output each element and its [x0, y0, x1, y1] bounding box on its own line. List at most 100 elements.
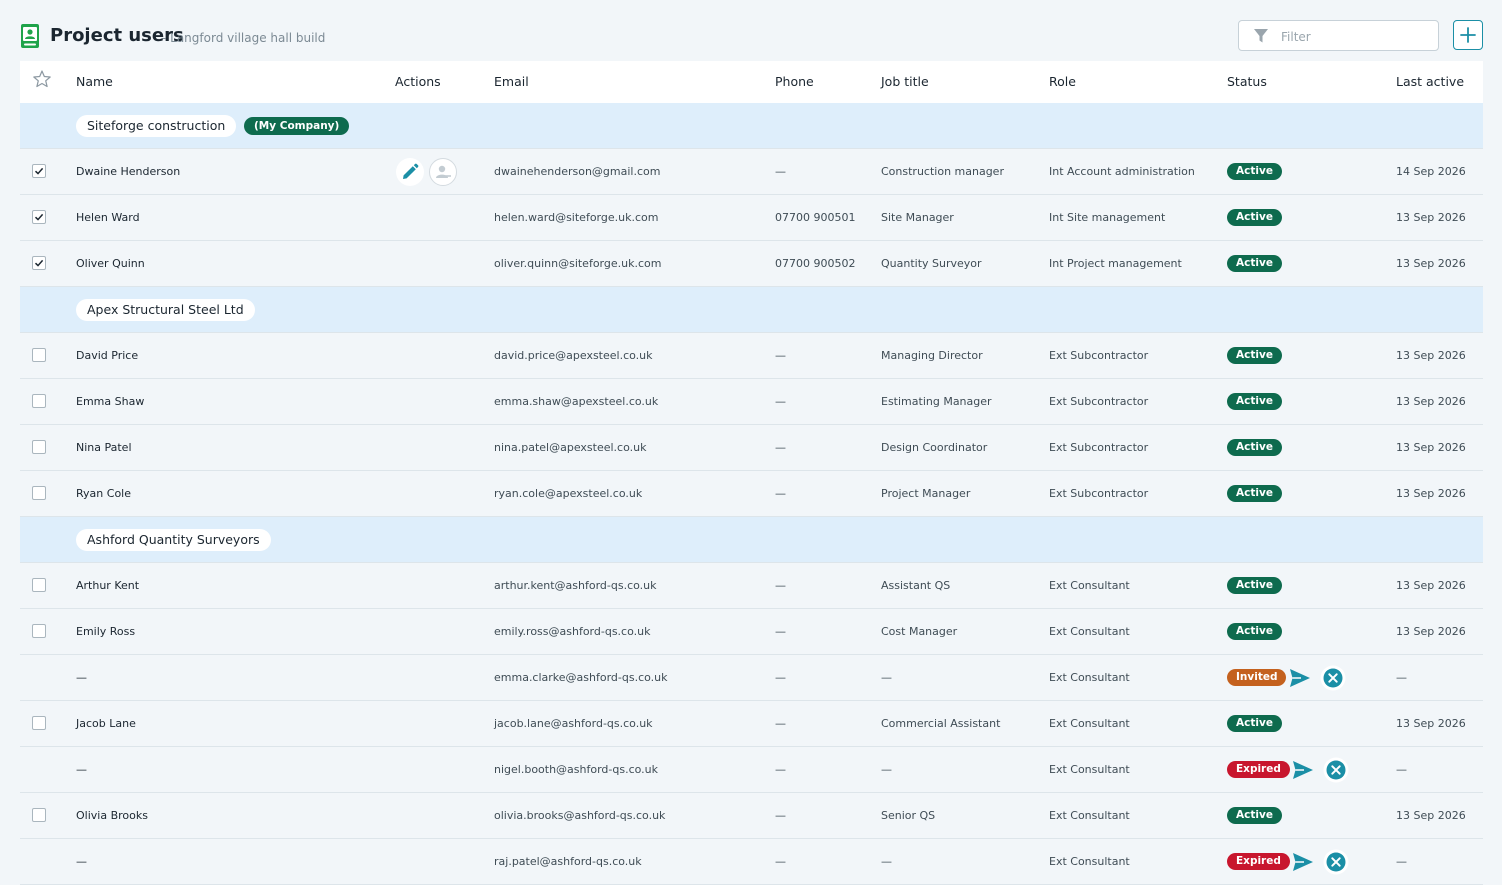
user-job-title: —: [881, 855, 892, 868]
user-last-active: 13 Sep 2026: [1396, 809, 1466, 822]
status-badge: Active: [1227, 807, 1282, 824]
table-row[interactable]: Olivia Brooks olivia.brooks@ashford-qs.co…: [20, 793, 1483, 839]
filter-box[interactable]: [1238, 20, 1439, 51]
user-phone: —: [775, 671, 786, 684]
checkmark-icon: [34, 167, 44, 175]
user-last-active: 13 Sep 2026: [1396, 257, 1466, 270]
user-phone: —: [775, 717, 786, 730]
user-last-active: 13 Sep 2026: [1396, 349, 1466, 362]
table-row[interactable]: Ryan Cole ryan.cole@apexsteel.co.uk — Proje…: [20, 471, 1483, 517]
table-row[interactable]: Arthur Kent arthur.kent@ashford-qs.co.uk —…: [20, 563, 1483, 609]
status-badge: Active: [1227, 255, 1282, 272]
cancel-invite-icon[interactable]: [1323, 757, 1349, 783]
person-icon: [436, 165, 451, 178]
status-badge: Invited: [1227, 669, 1287, 686]
user-role: Ext Consultant: [1049, 625, 1130, 638]
status-badge: Active: [1227, 715, 1282, 732]
company-group-row: Ashford Quantity Surveyors: [20, 517, 1483, 563]
add-user-button[interactable]: [1453, 20, 1483, 50]
user-name: Nina Patel: [76, 441, 132, 454]
user-email: david.price@apexsteel.co.uk: [494, 349, 653, 362]
pencil-icon: [403, 163, 419, 179]
table-row[interactable]: — nigel.booth@ashford-qs.co.uk — — Ext Consu…: [20, 747, 1483, 793]
user-email: helen.ward@siteforge.uk.com: [494, 211, 659, 224]
user-last-active: 13 Sep 2026: [1396, 211, 1466, 224]
resend-invite-icon[interactable]: [1289, 668, 1311, 688]
checkmark-icon: [34, 259, 44, 267]
user-role: Ext Consultant: [1049, 671, 1130, 684]
table-row[interactable]: Helen Ward helen.ward@siteforge.uk.com 077…: [20, 195, 1483, 241]
user-phone: —: [775, 395, 786, 408]
user-profile-button[interactable]: [429, 158, 457, 186]
column-header-phone[interactable]: Phone: [775, 74, 814, 89]
user-last-active: 13 Sep 2026: [1396, 487, 1466, 500]
user-phone: —: [775, 579, 786, 592]
user-phone: —: [775, 763, 786, 776]
user-phone: —: [775, 809, 786, 822]
column-header-last-active[interactable]: Last active: [1396, 74, 1464, 89]
filter-icon: [1254, 29, 1268, 43]
user-phone: —: [775, 441, 786, 454]
status-badge: Active: [1227, 347, 1282, 364]
cancel-invite-icon[interactable]: [1323, 849, 1349, 875]
column-header-job-title[interactable]: Job title: [881, 74, 929, 89]
user-phone: —: [775, 625, 786, 638]
project-name: - Langford village hall build: [162, 31, 326, 45]
filter-input[interactable]: [1279, 26, 1433, 48]
user-name: Ryan Cole: [76, 487, 131, 500]
user-role: Int Site management: [1049, 211, 1166, 224]
table-row[interactable]: David Price david.price@apexsteel.co.uk — M…: [20, 333, 1483, 379]
row-checkbox[interactable]: [32, 348, 46, 362]
user-role: Ext Consultant: [1049, 809, 1130, 822]
column-header-name[interactable]: Name: [76, 74, 113, 89]
status-badge: Active: [1227, 209, 1282, 226]
my-company-badge: (My Company): [244, 117, 350, 135]
row-checkbox[interactable]: [32, 394, 46, 408]
user-job-title: Design Coordinator: [881, 441, 988, 454]
table-row[interactable]: Emily Ross emily.ross@ashford-qs.co.uk — Co…: [20, 609, 1483, 655]
user-email: nina.patel@apexsteel.co.uk: [494, 441, 647, 454]
company-group-row: Apex Structural Steel Ltd: [20, 287, 1483, 333]
resend-invite-icon[interactable]: [1292, 852, 1314, 872]
user-name: Emma Shaw: [76, 395, 145, 408]
user-email: olivia.brooks@ashford-qs.co.uk: [494, 809, 666, 822]
column-header-role[interactable]: Role: [1049, 74, 1076, 89]
table-row[interactable]: Emma Shaw emma.shaw@apexsteel.co.uk — Estim…: [20, 379, 1483, 425]
user-role: Ext Consultant: [1049, 579, 1130, 592]
user-phone: —: [775, 487, 786, 500]
row-checkbox[interactable]: [32, 716, 46, 730]
company-name: Siteforge construction: [76, 115, 237, 137]
row-checkbox[interactable]: [32, 624, 46, 638]
user-name: Emily Ross: [76, 625, 136, 638]
row-checkbox[interactable]: [32, 164, 46, 178]
column-header-status[interactable]: Status: [1227, 74, 1267, 89]
user-job-title: Estimating Manager: [881, 395, 992, 408]
column-header-email[interactable]: Email: [494, 74, 529, 89]
row-checkbox[interactable]: [32, 808, 46, 822]
star-icon[interactable]: [32, 69, 52, 89]
user-last-active: —: [1396, 763, 1407, 776]
user-phone: 07700 900502: [775, 257, 856, 270]
user-job-title: Commercial Assistant: [881, 717, 1001, 730]
cancel-invite-icon[interactable]: [1320, 665, 1346, 691]
user-role: Ext Subcontractor: [1049, 441, 1149, 454]
user-last-active: —: [1396, 855, 1407, 868]
table-row[interactable]: Nina Patel nina.patel@apexsteel.co.uk — Des…: [20, 425, 1483, 471]
status-badge: Active: [1227, 163, 1282, 180]
row-checkbox[interactable]: [32, 256, 46, 270]
user-job-title: Site Manager: [881, 211, 954, 224]
table-row[interactable]: Oliver Quinn oliver.quinn@siteforge.uk.co…: [20, 241, 1483, 287]
table-row[interactable]: Dwaine Henderson dwainehenderson@gmail.co…: [20, 149, 1483, 195]
user-last-active: 14 Sep 2026: [1396, 165, 1466, 178]
user-role: Ext Subcontractor: [1049, 487, 1149, 500]
row-checkbox[interactable]: [32, 578, 46, 592]
row-checkbox[interactable]: [32, 486, 46, 500]
row-checkbox[interactable]: [32, 440, 46, 454]
table-row[interactable]: — raj.patel@ashford-qs.co.uk — — Ext Consult…: [20, 839, 1483, 885]
resend-invite-icon[interactable]: [1292, 760, 1314, 780]
edit-user-button[interactable]: [396, 158, 424, 186]
table-row[interactable]: Jacob Lane jacob.lane@ashford-qs.co.uk — Co…: [20, 701, 1483, 747]
table-row[interactable]: — emma.clarke@ashford-qs.co.uk — — Ext Consu…: [20, 655, 1483, 701]
user-email: arthur.kent@ashford-qs.co.uk: [494, 579, 657, 592]
row-checkbox[interactable]: [32, 210, 46, 224]
